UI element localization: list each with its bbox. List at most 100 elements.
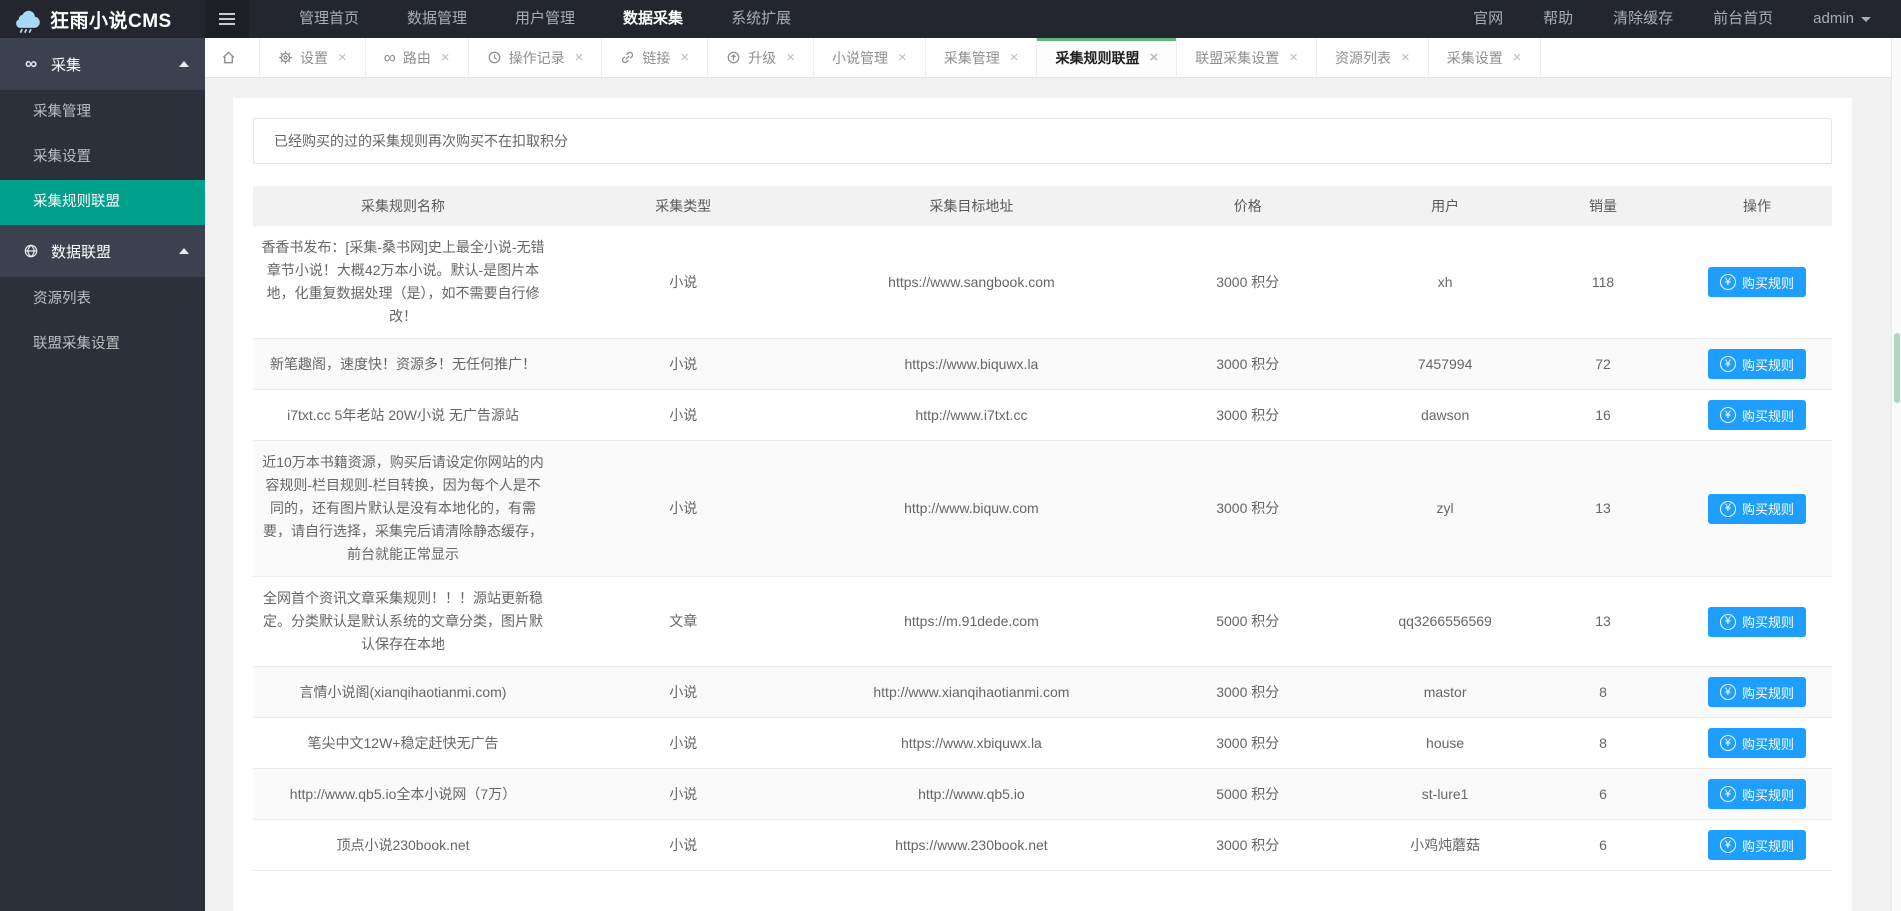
buy-rule-button[interactable]: ¥购买规则 (1708, 494, 1806, 524)
cell-sales: 13 (1524, 577, 1682, 667)
tab[interactable]: 联盟采集设置× (1177, 38, 1317, 77)
cell-rule-name: http://www.qb5.io全本小说网（7万） (253, 769, 553, 820)
user-menu[interactable]: admin (1793, 0, 1891, 38)
buy-rule-button[interactable]: ¥购买规则 (1708, 728, 1806, 758)
nav-item[interactable]: 前台首页 (1693, 0, 1793, 38)
tab[interactable]: ∞路由× (366, 38, 469, 77)
table-row: 顶点小说230book.net小说https://www.230book.net… (253, 820, 1832, 871)
tab-close-icon[interactable]: × (1010, 50, 1019, 65)
chevron-up-icon (179, 61, 189, 67)
nav-item[interactable]: 清除缓存 (1593, 0, 1693, 38)
buy-rule-button[interactable]: ¥购买规则 (1708, 349, 1806, 379)
buy-rule-label: 购买规则 (1742, 734, 1794, 753)
cell-target-url: https://www.xbiquwx.la (814, 718, 1130, 769)
cell-action: ¥购买规则 (1682, 390, 1832, 441)
nav-item[interactable]: 系统扩展 (707, 0, 815, 38)
tab-close-icon[interactable]: × (575, 50, 584, 65)
cell-target-url: http://www.i7txt.cc (814, 390, 1130, 441)
nav-item[interactable]: 官网 (1453, 0, 1523, 38)
cell-user: 小鸡炖蘑菇 (1366, 820, 1524, 871)
buy-rule-label: 购买规则 (1742, 836, 1794, 855)
cell-price: 3000 积分 (1129, 441, 1366, 577)
buy-rule-button[interactable]: ¥购买规则 (1708, 400, 1806, 430)
cell-user: dawson (1366, 390, 1524, 441)
globe-icon (20, 243, 42, 259)
tab[interactable]: 链接 × (602, 38, 708, 77)
cell-price: 3000 积分 (1129, 820, 1366, 871)
table-row: i7txt.cc 5年老站 20W小说 无广告源站小说http://www.i7… (253, 390, 1832, 441)
sidebar-section-header[interactable]: 数据联盟 (0, 225, 205, 277)
buy-rule-button[interactable]: ¥购买规则 (1708, 779, 1806, 809)
yen-circle-icon: ¥ (1720, 837, 1736, 853)
scrollbar-thumb[interactable] (1894, 333, 1900, 403)
tab[interactable]: 采集规则联盟× (1037, 38, 1177, 77)
cell-type: 小说 (553, 769, 814, 820)
nav-item[interactable]: 帮助 (1523, 0, 1593, 38)
cell-action: ¥购买规则 (1682, 339, 1832, 390)
table-row: 言情小说阁(xianqihaotianmi.com)小说http://www.x… (253, 667, 1832, 718)
cell-target-url: https://www.biquwx.la (814, 339, 1130, 390)
tab-close-icon[interactable]: × (1401, 50, 1410, 65)
tab[interactable]: 升级× (708, 38, 814, 77)
cell-rule-name: 近10万本书籍资源，购买后请设定你网站的内容规则-栏目规则-栏目转换，因为每个人… (253, 441, 553, 577)
tab-close-icon[interactable]: × (338, 50, 347, 65)
sidebar-item[interactable]: 采集管理 (0, 90, 205, 135)
logo[interactable]: 狂雨小说CMS (0, 0, 205, 38)
tab-label: 采集管理 (944, 48, 1000, 68)
sidebar-section-header[interactable]: ∞采集 (0, 38, 205, 90)
sidebar: ∞采集采集管理采集设置采集规则联盟数据联盟资源列表联盟采集设置 (0, 38, 205, 911)
cell-price: 5000 积分 (1129, 769, 1366, 820)
cell-sales: 16 (1524, 390, 1682, 441)
cell-rule-name: i7txt.cc 5年老站 20W小说 无广告源站 (253, 390, 553, 441)
cell-type: 小说 (553, 226, 814, 339)
top-nav: 管理首页数据管理用户管理数据采集系统扩展 (275, 0, 815, 38)
tab[interactable]: 采集管理 × (926, 38, 1038, 77)
tab-close-icon[interactable]: × (441, 50, 450, 65)
sidebar-item[interactable]: 采集规则联盟 (0, 180, 205, 225)
cell-target-url: http://www.biquw.com (814, 441, 1130, 577)
cell-price: 3000 积分 (1129, 667, 1366, 718)
scrollbar-track[interactable] (1891, 38, 1901, 911)
buy-rule-button[interactable]: ¥购买规则 (1708, 677, 1806, 707)
tab-close-icon[interactable]: × (1513, 50, 1522, 65)
tab-close-icon[interactable]: × (786, 50, 795, 65)
cell-type: 小说 (553, 339, 814, 390)
tab[interactable]: 操作记录× (469, 38, 603, 77)
tab-close-icon[interactable]: × (1149, 50, 1158, 65)
tab-label: 采集设置 (1447, 48, 1503, 68)
buy-rule-button[interactable]: ¥ 购买规则 (1708, 830, 1806, 860)
sidebar-item[interactable]: 联盟采集设置 (0, 322, 205, 367)
top-nav-right: 官网帮助清除缓存前台首页admin (1453, 0, 1901, 38)
cell-price: 3000 积分 (1129, 339, 1366, 390)
tab-label: 设置 (300, 48, 328, 68)
buy-rule-label: 购买规则 (1742, 273, 1794, 292)
cell-target-url: http://www.qb5.io (814, 769, 1130, 820)
cell-target-url: https://www.sangbook.com (814, 226, 1130, 339)
tab-home[interactable] (205, 38, 260, 77)
tab-close-icon[interactable]: × (680, 50, 689, 65)
buy-rule-button[interactable]: ¥购买规则 (1708, 267, 1806, 297)
sidebar-toggle-icon[interactable] (205, 0, 249, 38)
sidebar-item[interactable]: 资源列表 (0, 277, 205, 322)
column-header: 销量 (1524, 186, 1682, 226)
nav-item[interactable]: 数据管理 (383, 0, 491, 38)
chevron-down-icon (1861, 17, 1871, 22)
tab-close-icon[interactable]: × (898, 50, 907, 65)
tab[interactable]: 采集设置 × (1429, 38, 1541, 77)
buy-rule-label: 购买规则 (1742, 499, 1794, 518)
cell-sales: 13 (1524, 441, 1682, 577)
tab[interactable]: 设置 × (260, 38, 366, 77)
chevron-up-icon (179, 248, 189, 254)
nav-item[interactable]: 管理首页 (275, 0, 383, 38)
tab[interactable]: 小说管理× (814, 38, 926, 77)
tab-label: 路由 (403, 48, 431, 68)
nav-item[interactable]: 用户管理 (491, 0, 599, 38)
content-card: 已经购买的过的采集规则再次购买不在扣取积分 采集规则名称采集类型采集目标地址价格… (233, 98, 1852, 911)
tab-label: 链接 (642, 48, 670, 68)
nav-item[interactable]: 数据采集 (599, 0, 707, 38)
buy-rule-button[interactable]: ¥购买规则 (1708, 607, 1806, 637)
column-header: 价格 (1129, 186, 1366, 226)
tab[interactable]: 资源列表× (1317, 38, 1429, 77)
sidebar-item[interactable]: 采集设置 (0, 135, 205, 180)
tab-close-icon[interactable]: × (1289, 50, 1298, 65)
